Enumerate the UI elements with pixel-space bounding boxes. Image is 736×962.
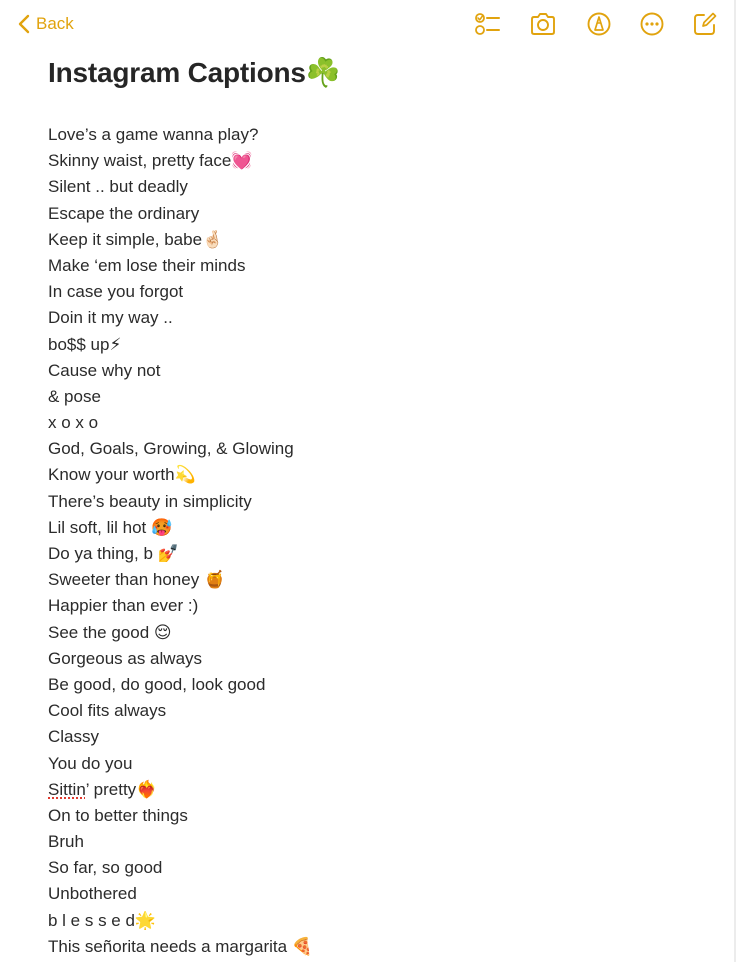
note-line[interactable]: God, Goals, Growing, & Glowing (48, 436, 708, 462)
note-line[interactable]: Cool fits always (48, 698, 708, 724)
note-line[interactable]: Keep it simple, babe🤞🏻 (48, 227, 708, 253)
note-line[interactable]: This señorita needs a margarita 🍕 (48, 934, 708, 960)
note-line[interactable]: There’s beauty in simplicity (48, 489, 708, 515)
note-line-rest: ’ pretty❤️‍🔥 (85, 779, 158, 799)
note-line[interactable]: b l e s s e d🌟 (48, 908, 708, 934)
note-line[interactable]: Bruh (48, 829, 708, 855)
note-line[interactable]: Skinny waist, pretty face💓 (48, 148, 708, 174)
note-line[interactable]: Doin it my way .. (48, 305, 708, 331)
note-line[interactable]: Lil soft, lil hot 🥵 (48, 515, 708, 541)
note-body[interactable]: Love’s a game wanna play? Skinny waist, … (48, 122, 708, 960)
back-button[interactable]: Back (18, 11, 74, 37)
misspelled-word[interactable]: Sittin (48, 780, 86, 799)
note-line[interactable]: In case you forgot (48, 279, 708, 305)
note-line[interactable]: Escape the ordinary (48, 201, 708, 227)
note-line[interactable]: Happier than ever :) (48, 593, 708, 619)
checklist-button[interactable] (473, 10, 501, 38)
note-line[interactable]: See the good 😌 (48, 620, 708, 646)
camera-icon (529, 10, 557, 38)
note-line[interactable]: So far, so good (48, 855, 708, 881)
note-line[interactable]: Be good, do good, look good (48, 672, 708, 698)
compose-button[interactable] (691, 10, 719, 38)
chevron-left-icon (18, 14, 30, 34)
note-line[interactable]: Sweeter than honey 🍯 (48, 567, 708, 593)
note-line[interactable]: Silent .. but deadly (48, 174, 708, 200)
checklist-icon (473, 10, 501, 38)
note-line[interactable]: Love’s a game wanna play? (48, 122, 708, 148)
note-line[interactable]: Unbothered (48, 881, 708, 907)
note-line[interactable]: On to better things (48, 803, 708, 829)
markup-icon (585, 10, 613, 38)
more-icon (638, 10, 666, 38)
note-line[interactable]: Sittin’ pretty❤️‍🔥 (48, 777, 708, 803)
back-label: Back (36, 14, 74, 33)
note-line[interactable]: x o x o (48, 410, 708, 436)
note-title[interactable]: Instagram Captions☘️ (48, 56, 341, 89)
note-line[interactable]: Classy (48, 724, 708, 750)
toolbar: Back (0, 0, 736, 48)
note-line[interactable]: Cause why not (48, 358, 708, 384)
more-button[interactable] (638, 10, 666, 38)
markup-button[interactable] (585, 10, 613, 38)
note-line[interactable]: Make ‘em lose their minds (48, 253, 708, 279)
note-line[interactable]: Do ya thing, b 💅 (48, 541, 708, 567)
compose-icon (691, 10, 719, 38)
note-line[interactable]: bo$$ up⚡ (48, 332, 708, 358)
note-line[interactable]: Gorgeous as always (48, 646, 708, 672)
camera-button[interactable] (529, 10, 557, 38)
note-line[interactable]: You do you (48, 751, 708, 777)
note-line[interactable]: Know your worth💫 (48, 462, 708, 488)
note-line[interactable]: & pose (48, 384, 708, 410)
